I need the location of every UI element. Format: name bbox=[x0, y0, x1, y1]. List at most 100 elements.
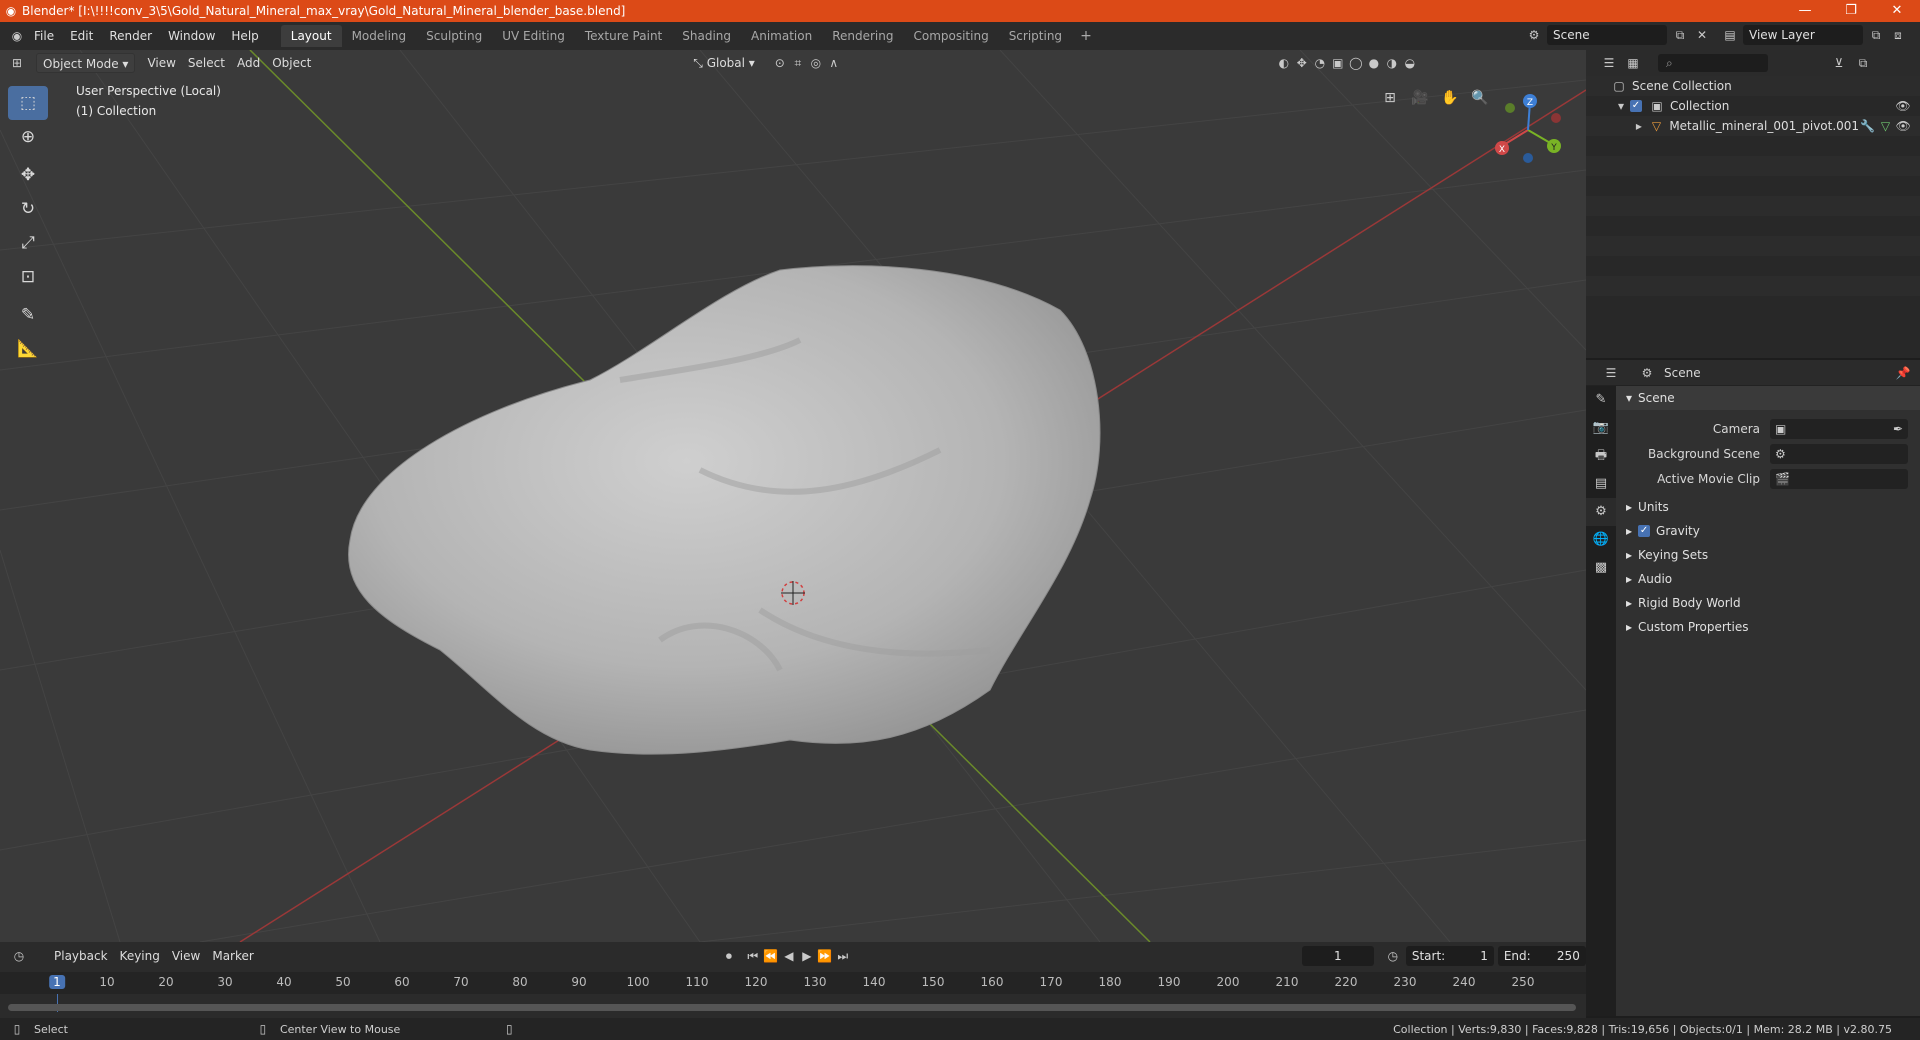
viewport-menu-object[interactable]: Object bbox=[266, 53, 317, 73]
jump-start-icon[interactable]: ⏮ bbox=[744, 949, 762, 964]
shading-material-icon[interactable]: ◑ bbox=[1383, 56, 1401, 70]
menu-help[interactable]: Help bbox=[223, 29, 266, 43]
camera-view-icon[interactable]: 🎥 bbox=[1408, 86, 1432, 110]
scene-icon[interactable]: ⚙ bbox=[1525, 28, 1543, 42]
new-view-layer-icon[interactable]: ⧉ bbox=[1867, 28, 1885, 43]
collection-eye-icon[interactable]: 👁 bbox=[1894, 99, 1912, 113]
mesh-data-icon[interactable]: ▽ bbox=[1877, 119, 1895, 133]
object-eye-icon[interactable]: 👁 bbox=[1894, 119, 1912, 133]
rotate-tool-icon[interactable]: ↻ bbox=[8, 192, 48, 226]
blender-menu-icon[interactable]: ◉ bbox=[8, 29, 26, 43]
pin-icon[interactable]: 📌 bbox=[1894, 366, 1912, 380]
start-frame-field[interactable]: Start: 1 bbox=[1405, 946, 1494, 966]
menu-window[interactable]: Window bbox=[160, 29, 223, 43]
gravity-checkbox[interactable]: ✓ bbox=[1638, 525, 1651, 537]
xray-icon[interactable]: ▣ bbox=[1329, 56, 1347, 70]
menu-edit[interactable]: Edit bbox=[62, 29, 101, 43]
timeline-menu-playback[interactable]: Playback bbox=[48, 946, 114, 966]
new-scene-icon[interactable]: ⧉ bbox=[1671, 28, 1689, 43]
jump-keyframe-forward-icon[interactable]: ⏩ bbox=[816, 949, 834, 963]
scale-tool-icon[interactable]: ⤢ bbox=[8, 226, 48, 260]
orientation-dropdown[interactable]: ⤡ Global ▾ bbox=[687, 53, 761, 73]
texture-tab-icon[interactable]: ▩ bbox=[1586, 554, 1616, 582]
object-expand-icon[interactable]: ▸ bbox=[1630, 119, 1648, 133]
properties-editor-type-icon[interactable]: ☰ bbox=[1602, 366, 1620, 380]
gravity-panel-header[interactable]: ▸ ✓ Gravity bbox=[1616, 519, 1920, 543]
editor-type-icon[interactable]: ⊞ bbox=[8, 56, 26, 70]
shading-solid-icon[interactable]: ● bbox=[1365, 56, 1383, 70]
add-workspace-icon[interactable]: + bbox=[1072, 26, 1100, 46]
jump-end-icon[interactable]: ⏭ bbox=[834, 949, 852, 964]
falloff-icon[interactable]: ∧ bbox=[825, 56, 843, 70]
frame-ruler[interactable]: 1 10 20 30 40 50 60 70 80 90 100 110 120 130 140 150 160… bbox=[0, 972, 1586, 994]
timeline-menu-keying[interactable]: Keying bbox=[114, 946, 166, 966]
world-tab-icon[interactable]: 🌐 bbox=[1586, 526, 1616, 554]
collection-checkbox[interactable]: ✓ bbox=[1630, 100, 1642, 112]
transform-tool-icon[interactable]: ⊡ bbox=[8, 260, 48, 294]
tab-scripting[interactable]: Scripting bbox=[999, 25, 1072, 47]
move-tool-icon[interactable]: ✥ bbox=[8, 158, 48, 192]
measure-tool-icon[interactable]: 📐 bbox=[8, 332, 48, 366]
output-tab-icon[interactable]: 🖶 bbox=[1586, 442, 1616, 470]
tab-compositing[interactable]: Compositing bbox=[903, 25, 998, 47]
tab-rendering[interactable]: Rendering bbox=[822, 25, 903, 47]
cursor-tool-icon[interactable]: ⊕ bbox=[8, 120, 48, 154]
timeline-scrollbar[interactable] bbox=[8, 1004, 1576, 1011]
outliner-editor-type-icon[interactable]: ☰ bbox=[1600, 56, 1618, 70]
keying-sets-panel-header[interactable]: ▸ Keying Sets bbox=[1616, 543, 1920, 567]
menu-render[interactable]: Render bbox=[101, 29, 160, 43]
tab-texture-paint[interactable]: Texture Paint bbox=[575, 25, 672, 47]
shading-rendered-icon[interactable]: ◒ bbox=[1401, 56, 1419, 70]
view-layer-icon[interactable]: ▤ bbox=[1721, 28, 1739, 42]
outliner-row-object[interactable]: ▸ ▽ Metallic_mineral_001_pivot.001 🔧 ▽ 👁 bbox=[1586, 116, 1920, 136]
view-layer-tab-icon[interactable]: ▤ bbox=[1586, 470, 1616, 498]
play-reverse-icon[interactable]: ◀ bbox=[780, 949, 798, 963]
units-panel-header[interactable]: ▸ Units bbox=[1616, 495, 1920, 519]
delete-view-layer-icon[interactable]: ⧈ bbox=[1889, 28, 1907, 43]
menu-file[interactable]: File bbox=[26, 29, 62, 43]
current-frame-field[interactable]: 1 bbox=[1301, 946, 1374, 966]
overlay-toggle-icon[interactable]: ◔ bbox=[1311, 56, 1329, 70]
display-mode-icon[interactable]: ▦ bbox=[1624, 56, 1642, 70]
tool-settings-tab-icon[interactable]: ✎ bbox=[1586, 386, 1616, 414]
timeline-editor-type-icon[interactable]: ◷ bbox=[10, 949, 28, 963]
render-tab-icon[interactable]: 📷 bbox=[1586, 414, 1616, 442]
proportional-edit-icon[interactable]: ◎ bbox=[807, 56, 825, 70]
delete-scene-icon[interactable]: ✕ bbox=[1693, 28, 1711, 42]
tab-shading[interactable]: Shading bbox=[672, 25, 741, 47]
scene-tab-icon[interactable]: ⚙ bbox=[1586, 498, 1616, 526]
close-button[interactable]: ✕ bbox=[1874, 0, 1920, 22]
tab-modeling[interactable]: Modeling bbox=[342, 25, 417, 47]
new-collection-icon[interactable]: ⧉ bbox=[1854, 56, 1872, 71]
pivot-icon[interactable]: ⊙ bbox=[771, 56, 789, 70]
maximize-button[interactable]: ❐ bbox=[1828, 0, 1874, 22]
zoom-icon[interactable]: 🔍 bbox=[1468, 86, 1492, 110]
jump-keyframe-back-icon[interactable]: ⏪ bbox=[762, 949, 780, 963]
pan-hand-icon[interactable]: ✋ bbox=[1438, 86, 1462, 110]
viewport-menu-view[interactable]: View bbox=[141, 53, 181, 73]
camera-field[interactable]: ▣ ✒ bbox=[1770, 418, 1908, 439]
snap-icon[interactable]: ⌗ bbox=[789, 56, 807, 71]
visibility-icon[interactable]: ◐ bbox=[1275, 56, 1293, 70]
gizmo-toggle-icon[interactable]: ✥ bbox=[1293, 56, 1311, 70]
audio-panel-header[interactable]: ▸ Audio bbox=[1616, 567, 1920, 591]
outliner-row-scene-collection[interactable]: ▢ Scene Collection bbox=[1586, 76, 1920, 96]
movie-clip-field[interactable]: 🎬 bbox=[1770, 468, 1908, 489]
outliner-row-collection[interactable]: ▾ ✓ ▣ Collection 👁 bbox=[1586, 96, 1920, 116]
end-frame-field[interactable]: End: 250 bbox=[1497, 946, 1586, 966]
scene-panel-header[interactable]: ▾ Scene bbox=[1616, 386, 1920, 410]
expand-arrow-icon[interactable]: ▾ bbox=[1612, 99, 1630, 113]
shading-wireframe-icon[interactable]: ◯ bbox=[1347, 56, 1365, 70]
filter-icon[interactable]: ⊻ bbox=[1830, 56, 1848, 70]
tab-animation[interactable]: Animation bbox=[741, 25, 822, 47]
tab-uv-editing[interactable]: UV Editing bbox=[492, 25, 575, 47]
preview-range-icon[interactable]: ◷ bbox=[1384, 949, 1402, 963]
rigid-body-panel-header[interactable]: ▸ Rigid Body World bbox=[1616, 591, 1920, 615]
record-icon[interactable]: ⏺ bbox=[720, 949, 738, 964]
play-icon[interactable]: ▶ bbox=[798, 949, 816, 963]
select-box-tool-icon[interactable]: ⬚ bbox=[8, 86, 48, 120]
outliner-search-input[interactable]: ⌕ bbox=[1658, 54, 1768, 72]
scene-field[interactable]: Scene bbox=[1547, 25, 1667, 45]
modifier-wrench-icon[interactable]: 🔧 bbox=[1859, 119, 1877, 133]
timeline-menu-marker[interactable]: Marker bbox=[206, 946, 259, 966]
